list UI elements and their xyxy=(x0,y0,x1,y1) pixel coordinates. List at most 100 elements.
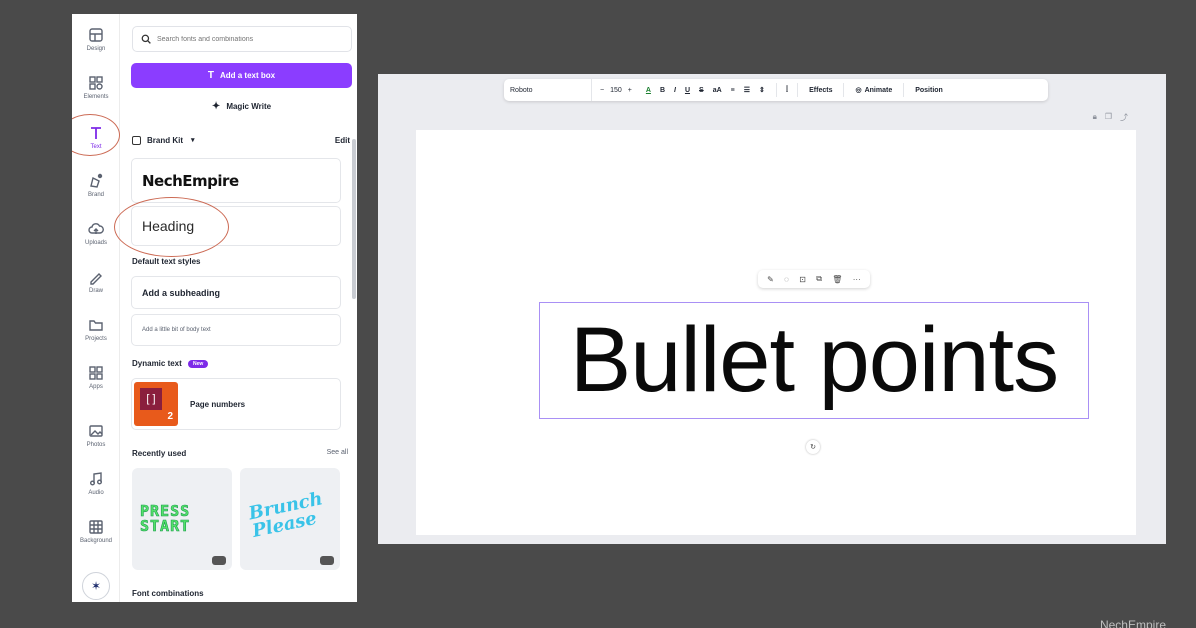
font-size-control: − 150 + xyxy=(592,87,640,94)
rail-item-elements[interactable]: Elements xyxy=(72,64,120,110)
subheading-card[interactable]: Add a subheading xyxy=(131,276,341,309)
upload-icon xyxy=(88,222,104,234)
canvas-text[interactable]: Bullet points xyxy=(570,308,1059,413)
effects-button[interactable]: Effects xyxy=(803,87,838,94)
lock-icon[interactable]: 🔒︎ xyxy=(1093,112,1097,123)
crown-badge xyxy=(320,556,334,565)
italic-icon[interactable]: I xyxy=(674,87,676,94)
brand-kit-selector[interactable]: Brand Kit ▾ xyxy=(147,136,335,145)
rail-label: Background xyxy=(79,537,113,544)
apps-icon xyxy=(89,365,103,380)
comment-icon[interactable]: ◌ xyxy=(784,275,789,284)
lock-icon[interactable]: ⊡ xyxy=(799,275,806,284)
animate-button[interactable]: ◎ Animate xyxy=(849,86,898,95)
list-icon[interactable]: ☰ xyxy=(744,86,750,94)
magic-edit-icon[interactable]: ✎ xyxy=(767,275,774,284)
rail-label: Elements xyxy=(83,93,109,100)
body-text-card[interactable]: Add a little bit of body text xyxy=(131,314,341,346)
magic-wand-icon: ✦ xyxy=(211,101,221,112)
underline-icon[interactable]: U xyxy=(685,87,690,94)
page-numbers-card[interactable]: [ ] 2 Page numbers xyxy=(131,378,341,430)
rail-label: Audio xyxy=(88,489,104,496)
delete-icon[interactable]: 🗑︎ xyxy=(832,275,842,284)
rail-item-audio[interactable]: Audio xyxy=(72,460,120,506)
bold-icon[interactable]: B xyxy=(660,87,665,94)
search-input[interactable] xyxy=(157,35,337,43)
brunch-please-font: Brunch Please xyxy=(246,488,325,542)
duplicate-icon[interactable]: ⧉ xyxy=(816,274,822,284)
text-color-icon[interactable]: A xyxy=(646,87,651,94)
recent-font-tile[interactable]: PRESS START xyxy=(132,468,232,570)
minus-icon[interactable]: − xyxy=(600,87,604,94)
add-page-icon[interactable]: ⤴ xyxy=(1120,112,1128,123)
dynamic-text-label: Dynamic text xyxy=(132,359,182,368)
subheading-style: Add a subheading xyxy=(142,287,221,298)
recently-used-label: Recently used xyxy=(132,449,187,458)
align-icon[interactable]: ≡ xyxy=(731,87,735,94)
audio-icon xyxy=(90,471,102,485)
background-icon xyxy=(89,519,103,534)
chevron-down-icon: ▾ xyxy=(191,137,195,144)
search-box[interactable] xyxy=(132,26,352,52)
brand-kit-label: Brand Kit xyxy=(147,135,183,145)
rail-item-design[interactable]: Design xyxy=(72,16,120,62)
recently-used-header: Recently used See all xyxy=(132,449,348,458)
more-icon[interactable]: ··· xyxy=(853,275,861,284)
rail-item-apps[interactable]: Apps xyxy=(72,354,120,400)
position-button[interactable]: Position xyxy=(909,87,949,94)
brand-logo-text: NechEmpire xyxy=(142,171,239,190)
press-start-font: PRESS START xyxy=(140,502,191,535)
rail-item-projects[interactable]: Projects xyxy=(72,306,120,352)
rail-item-uploads[interactable]: Uploads xyxy=(72,210,120,256)
font-size-value[interactable]: 150 xyxy=(610,87,622,94)
format-icons: A B I U S aA ≡ ☰ ⇕ xyxy=(640,86,771,95)
nav-rail: Design Elements Text Brand Uploads Draw … xyxy=(72,14,120,602)
page-number-digit: 2 xyxy=(167,411,173,422)
rail-item-background[interactable]: Background xyxy=(72,508,120,554)
heading-style: Heading xyxy=(142,218,195,234)
magic-write-button[interactable]: ✦ Magic Write xyxy=(131,94,352,119)
selected-text-box[interactable]: Bullet points xyxy=(539,302,1089,419)
font-combinations-title: Font combinations xyxy=(132,589,204,598)
rail-label: Uploads xyxy=(84,239,107,246)
rail-item-brand[interactable]: Brand xyxy=(72,162,120,208)
folder-icon xyxy=(89,319,103,331)
edit-brand-kit-link[interactable]: Edit xyxy=(335,136,350,145)
plus-icon[interactable]: + xyxy=(628,87,632,94)
magic-write-label: Magic Write xyxy=(226,102,272,111)
add-text-box-button[interactable]: T Add a text box xyxy=(131,63,352,88)
page-icon: [ ] xyxy=(140,388,162,410)
photos-icon xyxy=(89,424,103,437)
rail-label: Projects xyxy=(85,335,107,342)
heading-card[interactable]: Heading xyxy=(131,206,341,246)
vertical-text-icon[interactable]: ⫿ xyxy=(782,86,792,94)
see-all-link[interactable]: See all xyxy=(327,449,348,458)
text-panel: T Add a text box ✦ Magic Write Brand Kit… xyxy=(130,14,356,602)
page-numbers-label: Page numbers xyxy=(190,399,246,409)
text-icon: T xyxy=(207,70,214,81)
spacing-icon[interactable]: ⇕ xyxy=(759,86,765,94)
brand-logo-card[interactable]: NechEmpire xyxy=(131,158,341,203)
draw-icon xyxy=(90,272,102,285)
panel-scrollbar[interactable] xyxy=(352,139,356,299)
body-text-style: Add a little bit of body text xyxy=(142,327,211,333)
rail-item-photos[interactable]: Photos xyxy=(72,412,120,458)
magic-icon[interactable]: ✶ xyxy=(82,572,110,600)
animate-icon: ◎ xyxy=(855,87,862,94)
rail-item-draw[interactable]: Draw xyxy=(72,258,120,304)
brand-icon xyxy=(90,173,103,188)
strikethrough-icon[interactable]: S xyxy=(699,87,704,94)
rail-label: Text xyxy=(90,143,102,150)
font-selector[interactable]: Roboto xyxy=(504,79,592,101)
brand-kit-icon xyxy=(132,135,141,145)
design-canvas[interactable]: ✎ ◌ ⊡ ⧉ 🗑︎ ··· Bullet points ↻ xyxy=(416,130,1136,535)
default-styles-title: Default text styles xyxy=(132,257,201,266)
add-text-box-label: Add a text box xyxy=(219,71,276,80)
crown-badge xyxy=(212,556,226,565)
page-numbers-thumbnail: [ ] 2 xyxy=(134,382,178,426)
duplicate-page-icon[interactable]: ❐ xyxy=(1105,112,1112,123)
recent-font-tile[interactable]: Brunch Please xyxy=(240,468,340,570)
rotate-icon[interactable]: ↻ xyxy=(806,440,820,454)
case-icon[interactable]: aA xyxy=(713,87,722,94)
rail-item-text[interactable]: Text xyxy=(72,114,120,160)
